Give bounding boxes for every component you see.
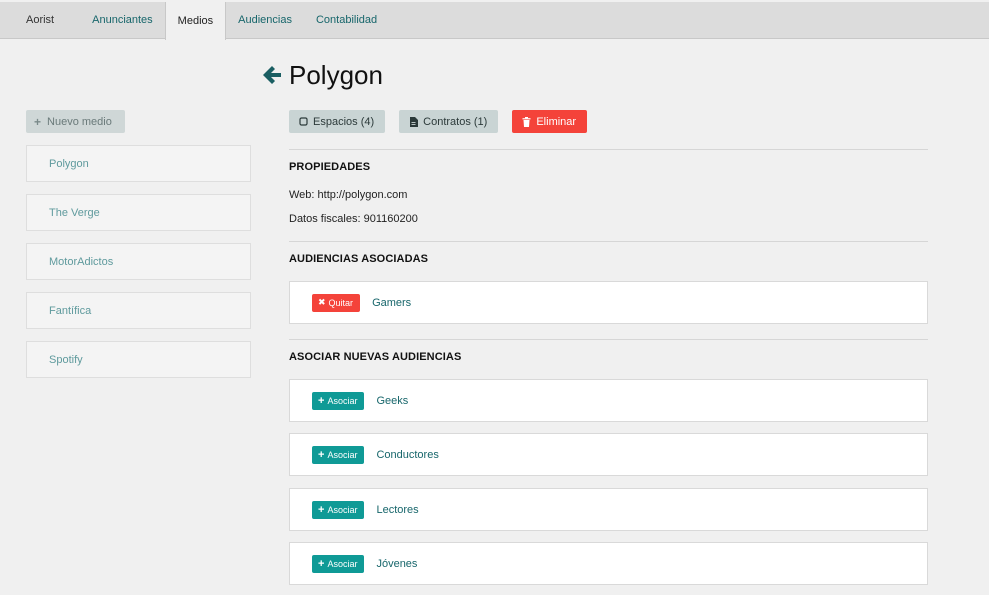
available-audience-row: + Asociar Lectores [289,488,928,531]
plus-icon: + [318,557,325,570]
sidebar-item-the-verge[interactable]: The Verge [26,194,251,231]
brand-logo[interactable]: Aorist [0,2,80,38]
square-icon [299,117,308,126]
tab-audiencias[interactable]: Audiencias [226,2,304,38]
close-icon: ✖ [318,297,326,307]
plus-icon: + [318,448,325,461]
contracts-button[interactable]: Contratos (1) [399,110,499,133]
delete-label: Eliminar [536,115,577,128]
available-audience-row: + Asociar Jóvenes [289,542,928,585]
title-row: Polygon [261,58,383,92]
remove-label: Quitar [328,297,354,308]
media-actions: Espacios (4) Contratos (1) Eliminar [289,110,588,133]
divider [289,149,928,150]
page-title: Polygon [289,59,383,90]
new-audiences-heading: ASOCIAR NUEVAS AUDIENCIAS [289,351,462,363]
media-list: Polygon The Verge MotorAdictos Fantífica… [26,145,251,390]
audience-name[interactable]: Jóvenes [376,558,417,570]
associate-label: Asociar [327,558,358,569]
audience-name[interactable]: Lectores [376,504,418,516]
spaces-label: Espacios (4) [313,115,375,128]
trash-icon [522,116,531,127]
new-media-label: Nuevo medio [47,115,112,128]
plus-icon: + [318,394,325,407]
top-navbar: Aorist Anunciantes Medios Audiencias Con… [0,2,989,40]
available-audience-row: + Asociar Conductores [289,433,928,476]
plus-icon: + [318,503,325,516]
properties-heading: PROPIEDADES [289,161,371,173]
sidebar-item-spotify[interactable]: Spotify [26,341,251,378]
associate-label: Asociar [327,504,358,515]
spaces-button[interactable]: Espacios (4) [289,110,386,133]
tab-medios[interactable]: Medios [164,2,227,40]
tab-contabilidad[interactable]: Contabilidad [304,2,389,38]
sidebar-item-polygon[interactable]: Polygon [26,145,251,182]
contracts-label: Contratos (1) [423,115,488,128]
tab-anunciantes[interactable]: Anunciantes [80,2,165,38]
delete-button[interactable]: Eliminar [512,110,588,133]
associate-label: Asociar [327,395,358,406]
back-arrow-icon[interactable] [261,64,283,86]
audience-name[interactable]: Geeks [376,395,408,407]
plus-icon: + [34,114,42,129]
divider [289,339,928,340]
sidebar-item-motoradictos[interactable]: MotorAdictos [26,243,251,280]
audience-name[interactable]: Conductores [376,449,438,461]
associate-button[interactable]: + Asociar [312,554,365,573]
associate-button[interactable]: + Asociar [312,391,365,410]
document-icon [410,116,419,127]
remove-audience-button[interactable]: ✖ Quitar [312,293,361,312]
web-property: Web: http://polygon.com [289,189,408,201]
associated-audience-row: ✖ Quitar Gamers [289,281,928,324]
associate-button[interactable]: + Asociar [312,500,365,519]
divider [289,241,928,242]
fiscal-property: Datos fiscales: 901160200 [289,213,418,225]
audience-name[interactable]: Gamers [372,297,411,309]
new-media-button[interactable]: + Nuevo medio [26,110,125,133]
available-audience-row: + Asociar Geeks [289,379,928,422]
associate-button[interactable]: + Asociar [312,445,365,464]
associated-audiences-heading: AUDIENCIAS ASOCIADAS [289,253,429,265]
associate-label: Asociar [327,449,358,460]
sidebar-item-fantifica[interactable]: Fantífica [26,292,251,329]
